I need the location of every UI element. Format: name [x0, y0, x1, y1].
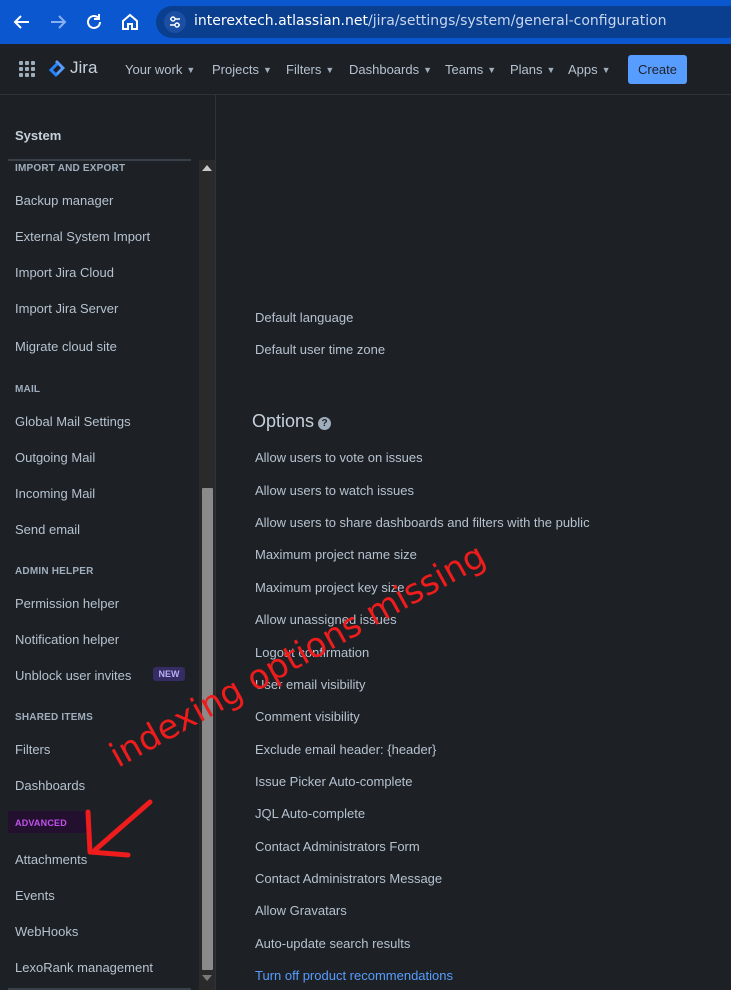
url-text: interextech.atlassian.net/jira/settings/… — [194, 13, 667, 29]
sidebar-item-import-jira-server[interactable]: Import Jira Server — [15, 301, 118, 316]
create-button[interactable]: Create — [628, 55, 687, 84]
section-shared-items: SHARED ITEMS — [15, 712, 93, 723]
sidebar-item-unblock-user-invites[interactable]: Unblock user invites — [15, 668, 131, 683]
section-advanced: ADVANCED — [8, 811, 88, 833]
chevron-down-icon: ▼ — [487, 65, 497, 75]
nav-apps[interactable]: Apps ▼ — [568, 62, 611, 77]
option-row: Comment visibility — [255, 709, 360, 724]
sidebar: System IMPORT AND EXPORT Backup manager … — [0, 95, 216, 990]
sidebar-item-outgoing-mail[interactable]: Outgoing Mail — [15, 450, 95, 465]
sidebar-item-events[interactable]: Events — [15, 888, 55, 903]
chevron-down-icon: ▼ — [262, 65, 272, 75]
sidebar-item-lexorank-management[interactable]: LexoRank management — [15, 960, 153, 975]
new-badge: NEW — [153, 667, 185, 681]
option-row: Exclude email header: {header} — [255, 742, 437, 757]
sidebar-item-webhooks[interactable]: WebHooks — [15, 924, 78, 939]
options-heading: Options? — [252, 411, 332, 432]
jira-logo-icon[interactable] — [47, 58, 67, 80]
sidebar-item-attachments[interactable]: Attachments — [15, 852, 87, 867]
option-row: Maximum project key size — [255, 580, 405, 595]
option-row: Logout confirmation — [255, 645, 370, 660]
nav-label: Filters — [286, 62, 322, 77]
url-path: /jira/settings/system/general-configurat… — [367, 13, 667, 29]
app-switcher-icon[interactable] — [19, 61, 35, 77]
address-bar[interactable]: interextech.atlassian.net/jira/settings/… — [156, 6, 731, 38]
nav-label: Your work — [125, 62, 183, 77]
sidebar-title: System — [15, 128, 62, 143]
nav-projects[interactable]: Projects ▼ — [212, 62, 272, 77]
chevron-down-icon: ▼ — [325, 65, 335, 75]
back-icon[interactable] — [11, 11, 33, 33]
nav-dashboards[interactable]: Dashboards ▼ — [349, 62, 432, 77]
help-icon[interactable]: ? — [318, 417, 332, 430]
product-name[interactable]: Jira — [70, 58, 97, 78]
section-mail: MAIL — [15, 384, 41, 395]
sidebar-item-migrate-cloud-site[interactable]: Migrate cloud site — [15, 339, 117, 354]
site-settings-icon[interactable] — [164, 11, 186, 33]
divider — [8, 159, 191, 161]
option-row: Issue Picker Auto-complete — [255, 774, 413, 789]
sidebar-item-backup-manager[interactable]: Backup manager — [15, 193, 113, 208]
option-row: JQL Auto-complete — [255, 806, 366, 821]
nav-label: Apps — [568, 62, 598, 77]
section-import-export: IMPORT AND EXPORT — [15, 163, 126, 174]
option-row: Auto-update search results — [255, 936, 411, 951]
nav-your-work[interactable]: Your work ▼ — [125, 62, 195, 77]
section-admin-helper: ADMIN HELPER — [15, 566, 94, 577]
forward-icon[interactable] — [47, 11, 69, 33]
scrollbar-thumb[interactable] — [202, 488, 213, 970]
chevron-down-icon: ▼ — [601, 65, 611, 75]
sidebar-item-dashboards[interactable]: Dashboards — [15, 778, 85, 793]
nav-plans[interactable]: Plans ▼ — [510, 62, 555, 77]
turn-off-recommendations-link[interactable]: Turn off product recommendations — [255, 968, 453, 983]
option-row: Contact Administrators Message — [255, 871, 443, 886]
home-icon[interactable] — [119, 11, 141, 33]
sidebar-item-incoming-mail[interactable]: Incoming Mail — [15, 486, 95, 501]
sidebar-item-global-mail-settings[interactable]: Global Mail Settings — [15, 414, 131, 429]
sidebar-item-send-email[interactable]: Send email — [15, 522, 80, 537]
option-row: Allow unassigned issues — [255, 612, 397, 627]
sidebar-item-external-system-import[interactable]: External System Import — [15, 229, 150, 244]
nav-label: Teams — [445, 62, 484, 77]
nav-label: Projects — [212, 62, 259, 77]
nav-label: Dashboards — [349, 62, 420, 77]
browser-toolbar: interextech.atlassian.net/jira/settings/… — [0, 0, 731, 44]
top-navigation: Jira Your work ▼ Projects ▼ Filters ▼ Dashb… — [0, 44, 731, 95]
chevron-down-icon: ▼ — [546, 65, 556, 75]
chevron-down-icon: ▼ — [186, 65, 196, 75]
scroll-up-arrow-icon[interactable] — [202, 165, 212, 171]
option-row: Maximum project name size — [255, 547, 417, 562]
option-row: Allow Gravatars — [255, 903, 347, 918]
option-row: User email visibility — [255, 677, 366, 692]
option-row: Allow users to share dashboards and filt… — [255, 515, 590, 530]
sidebar-item-import-jira-cloud[interactable]: Import Jira Cloud — [15, 265, 114, 280]
options-heading-text: Options — [252, 411, 315, 431]
scroll-down-arrow-icon[interactable] — [202, 975, 212, 981]
setting-default-language: Default language — [255, 310, 354, 325]
sidebar-item-notification-helper[interactable]: Notification helper — [15, 632, 119, 647]
nav-filters[interactable]: Filters ▼ — [286, 62, 334, 77]
chevron-down-icon: ▼ — [423, 65, 433, 75]
nav-teams[interactable]: Teams ▼ — [445, 62, 496, 77]
setting-default-user-time-zone: Default user time zone — [255, 342, 386, 357]
main-content: Default language Default user time zone … — [217, 95, 731, 990]
sidebar-item-permission-helper[interactable]: Permission helper — [15, 596, 119, 611]
sidebar-item-filters[interactable]: Filters — [15, 742, 50, 757]
option-row: Allow users to watch issues — [255, 483, 414, 498]
nav-label: Plans — [510, 62, 543, 77]
option-row: Allow users to vote on issues — [255, 450, 423, 465]
reload-icon[interactable] — [83, 11, 105, 33]
url-host: interextech.atlassian.net — [194, 13, 368, 29]
option-row: Contact Administrators Form — [255, 839, 420, 854]
